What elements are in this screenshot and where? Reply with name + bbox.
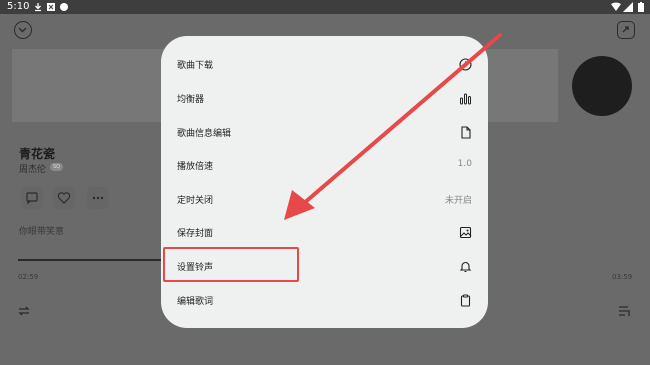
- share-icon: [622, 26, 629, 33]
- song-title: 青花瓷: [19, 147, 56, 161]
- chevron-down-icon: [18, 27, 27, 33]
- menu-label: 定时关闭: [177, 196, 214, 206]
- comment-icon: [26, 192, 38, 205]
- more-icon: [92, 196, 104, 200]
- menu-item-sleep-timer[interactable]: 定时关闭 未开启: [161, 183, 488, 217]
- menu-label: 播放倍速: [177, 162, 214, 172]
- time-elapsed: 02:59: [18, 273, 39, 281]
- file-icon: [461, 126, 471, 139]
- menu-item-save-cover[interactable]: 保存封面: [161, 216, 488, 250]
- menu-label: 歌曲下载: [177, 61, 214, 71]
- quality-badge: SQ: [50, 163, 63, 171]
- highlight-box: [163, 247, 299, 282]
- sleep-timer-value: 未开启: [444, 196, 472, 206]
- wifi-icon: [611, 2, 621, 11]
- menu-item-edit-lyrics[interactable]: 编辑歌词: [161, 284, 488, 318]
- menu-label: 编辑歌词: [177, 297, 214, 307]
- playback-speed-value: 1.0: [457, 159, 472, 169]
- bell-icon: [459, 261, 472, 273]
- menu-label: 保存封面: [177, 229, 214, 239]
- lyric-line: 你眼带笑意: [19, 227, 65, 237]
- favorite-button[interactable]: [53, 187, 75, 209]
- menu-item-download[interactable]: 歌曲下载: [161, 48, 488, 82]
- vinyl-disc: [572, 56, 632, 116]
- status-bar: 5:10: [0, 0, 650, 14]
- equalizer-icon: [460, 93, 471, 105]
- download-status-icon: [35, 3, 41, 12]
- heart-icon: [57, 192, 71, 204]
- status-time: 5:10: [7, 1, 30, 12]
- share-button[interactable]: [617, 21, 635, 39]
- circle-status-icon: [60, 3, 68, 11]
- menu-label: 均衡器: [177, 95, 205, 105]
- menu-item-playback-speed[interactable]: 播放倍速 1.0: [161, 149, 488, 183]
- playlist-icon[interactable]: [618, 304, 632, 318]
- menu-item-equalizer[interactable]: 均衡器: [161, 82, 488, 116]
- download-icon: [459, 58, 472, 71]
- menu-label: 歌曲信息编辑: [177, 129, 232, 139]
- collapse-button[interactable]: [14, 21, 32, 39]
- signal-icon: [623, 2, 633, 12]
- more-button[interactable]: [87, 187, 109, 209]
- comment-button[interactable]: [21, 187, 43, 209]
- repeat-icon[interactable]: [17, 304, 31, 318]
- menu-item-song-info-edit[interactable]: 歌曲信息编辑: [161, 116, 488, 150]
- clipboard-icon: [460, 294, 471, 307]
- time-total: 03:59: [612, 273, 633, 281]
- image-icon: [459, 226, 472, 239]
- artist-name[interactable]: 周杰伦: [19, 162, 46, 175]
- more-options-sheet: 歌曲下载 均衡器 歌曲信息编辑 播放倍速 1.0 定时关闭 未开启 保存封面 设…: [161, 36, 488, 328]
- notification-status-icon: [47, 3, 55, 11]
- battery-icon: [638, 2, 644, 12]
